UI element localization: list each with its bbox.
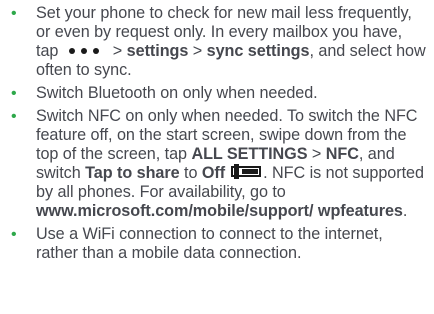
more-dots-icon: [66, 40, 102, 59]
item-text: >: [108, 42, 127, 60]
item-bold-text: settings: [126, 42, 189, 60]
bullet-marker: •: [11, 226, 17, 244]
item-text: to: [179, 164, 202, 183]
item-bold-text: NFC: [325, 145, 359, 164]
item-link-text: www.microsoft.com/mobile/support/ wpfeat…: [36, 202, 403, 221]
item-text: .: [402, 202, 408, 221]
bullet-marker: •: [11, 5, 17, 22]
item-bold-text: sync settings: [206, 42, 310, 60]
bullet-marker: •: [11, 108, 17, 126]
item-bold-text: Off: [201, 164, 226, 183]
list-item-wifi: • Use a WiFi connection to connect to th…: [8, 225, 428, 263]
bullet-list: • Set your phone to check for new mail l…: [8, 4, 428, 263]
item-text: Switch Bluetooth on only when needed.: [36, 84, 318, 103]
list-item-nfc: • Switch NFC on only when needed. To swi…: [8, 107, 428, 221]
list-item-bluetooth: • Switch Bluetooth on only when needed.: [8, 84, 428, 103]
item-text: >: [188, 42, 207, 60]
bullet-marker: •: [11, 85, 17, 103]
item-text: >: [307, 145, 326, 164]
item-bold-text: ALL SETTINGS: [191, 145, 308, 164]
item-bold-text: Tap to share: [85, 164, 180, 183]
list-item-sync: • Set your phone to check for new mail l…: [8, 4, 428, 80]
toggle-off-icon: [231, 164, 262, 180]
item-text: Use a WiFi connection to connect to the …: [36, 225, 383, 263]
document-page: • Set your phone to check for new mail l…: [0, 0, 434, 314]
